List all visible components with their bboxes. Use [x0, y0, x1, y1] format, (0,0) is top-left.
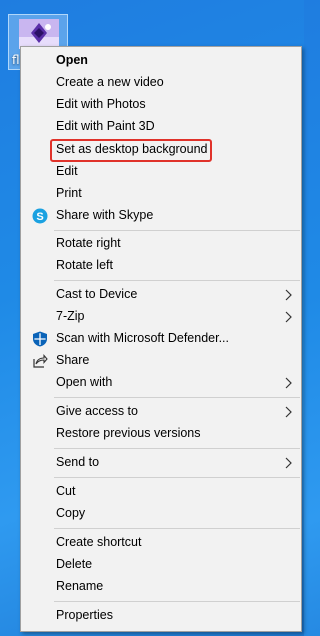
menu-item-create-new-video[interactable]: Create a new video [23, 72, 299, 94]
menu-item-label: Create shortcut [56, 535, 142, 549]
menu-item-label: Print [56, 186, 82, 200]
menu-item-label: Delete [56, 557, 93, 571]
menu-item-label: Share with Skype [56, 208, 154, 222]
menu-item-label: Copy [56, 506, 86, 520]
chevron-right-icon [285, 289, 292, 301]
menu-separator [54, 448, 300, 449]
menu-item-label: Open with [56, 375, 113, 389]
menu-item-open-with[interactable]: Open with [23, 372, 299, 394]
menu-item-label: Cast to Device [56, 287, 138, 301]
defender-shield-icon [33, 331, 47, 347]
menu-separator [54, 397, 300, 398]
menu-item-rename[interactable]: Rename [23, 576, 299, 598]
menu-item-7-zip[interactable]: 7-Zip [23, 306, 299, 328]
menu-item-copy[interactable]: Copy [23, 503, 299, 525]
menu-item-edit-with-photos[interactable]: Edit with Photos [23, 94, 299, 116]
menu-item-open[interactable]: Open [23, 50, 299, 72]
menu-item-label: Rotate right [56, 236, 121, 250]
menu-item-label: Edit with Photos [56, 97, 146, 111]
menu-separator [54, 230, 300, 231]
menu-item-cut[interactable]: Cut [23, 481, 299, 503]
image-thumbnail-icon [19, 19, 59, 49]
menu-separator [54, 528, 300, 529]
menu-item-edit[interactable]: Edit [23, 161, 299, 183]
menu-item-edit-with-paint-3d[interactable]: Edit with Paint 3D [23, 116, 299, 138]
menu-item-label: Cut [56, 484, 76, 498]
menu-item-label: Send to [56, 455, 100, 469]
menu-item-label: Edit [56, 164, 78, 178]
menu-item-delete[interactable]: Delete [23, 554, 299, 576]
skype-icon: S [32, 208, 48, 224]
menu-item-label: Give access to [56, 404, 138, 418]
menu-item-label: Rename [56, 579, 104, 593]
file-name-label: fl [12, 53, 20, 67]
menu-item-properties[interactable]: Properties [23, 605, 299, 627]
highlight-annotation [50, 139, 212, 162]
chevron-right-icon [285, 406, 292, 418]
menu-separator [54, 601, 300, 602]
chevron-right-icon [285, 311, 292, 323]
menu-item-create-shortcut[interactable]: Create shortcut [23, 532, 299, 554]
menu-separator [54, 280, 300, 281]
svg-text:S: S [36, 211, 43, 223]
context-menu: Open Create a new video Edit with Photos… [20, 46, 302, 632]
menu-item-share-with-skype[interactable]: S Share with Skype [23, 205, 299, 227]
menu-item-label: Restore previous versions [56, 426, 201, 440]
menu-item-label: Edit with Paint 3D [56, 119, 155, 133]
menu-item-label: Share [56, 353, 90, 367]
menu-item-label: Scan with Microsoft Defender... [56, 331, 229, 345]
menu-item-label: Properties [56, 608, 113, 622]
menu-separator [54, 477, 300, 478]
menu-item-scan-with-defender[interactable]: Scan with Microsoft Defender... [23, 328, 299, 350]
menu-item-label: Open [56, 53, 88, 67]
menu-item-restore-previous-versions[interactable]: Restore previous versions [23, 423, 299, 445]
chevron-right-icon [285, 377, 292, 389]
menu-item-give-access-to[interactable]: Give access to [23, 401, 299, 423]
menu-item-label: Rotate left [56, 258, 113, 272]
menu-item-label: 7-Zip [56, 309, 85, 323]
menu-item-share[interactable]: Share [23, 350, 299, 372]
menu-item-rotate-right[interactable]: Rotate right [23, 233, 299, 255]
share-icon [33, 354, 48, 368]
menu-item-cast-to-device[interactable]: Cast to Device [23, 284, 299, 306]
menu-item-rotate-left[interactable]: Rotate left [23, 255, 299, 277]
menu-item-print[interactable]: Print [23, 183, 299, 205]
chevron-right-icon [285, 457, 292, 469]
menu-item-send-to[interactable]: Send to [23, 452, 299, 474]
menu-item-label: Create a new video [56, 75, 164, 89]
